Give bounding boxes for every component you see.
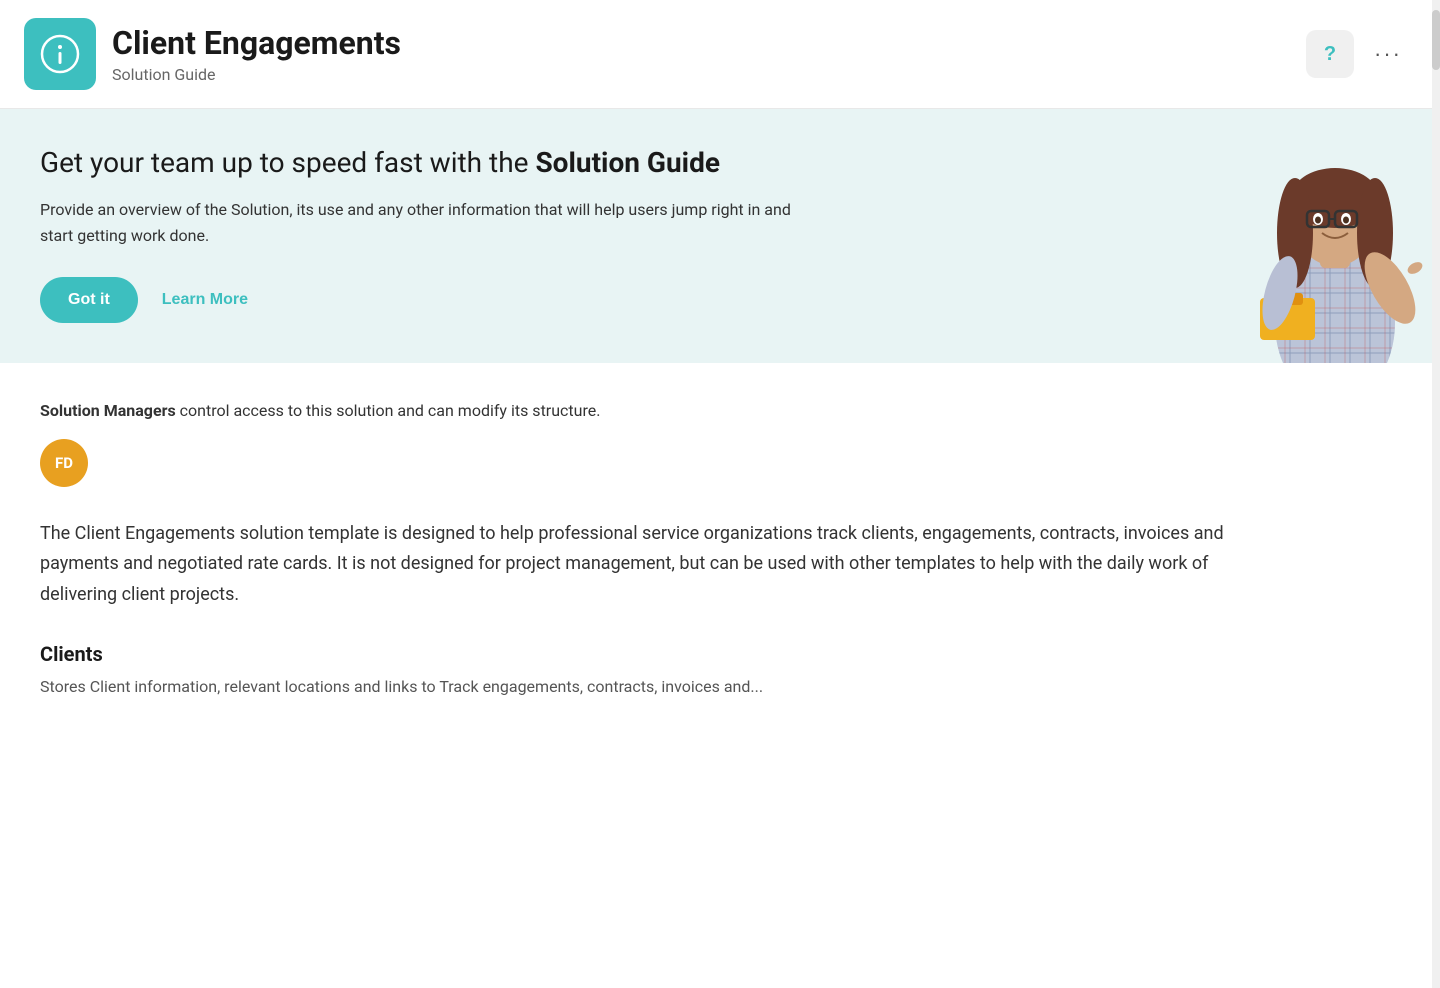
banner-illustration	[1180, 123, 1440, 363]
header-right: ? ···	[1306, 30, 1410, 78]
managers-description: Solution Managers control access to this…	[40, 399, 1400, 423]
description-section: The Client Engagements solution template…	[40, 519, 1400, 611]
info-icon	[40, 34, 80, 74]
scrollbar[interactable]	[1432, 0, 1440, 988]
person-svg	[1180, 123, 1440, 363]
banner-description: Provide an overview of the Solution, its…	[40, 197, 800, 248]
main-content: Solution Managers control access to this…	[0, 363, 1440, 740]
managers-section: Solution Managers control access to this…	[40, 399, 1400, 487]
scrollbar-thumb[interactable]	[1432, 10, 1440, 70]
banner-content: Get your team up to speed fast with the …	[0, 145, 900, 363]
clients-sub-text: Stores Client information, relevant loca…	[40, 674, 1400, 700]
app-icon-box	[24, 18, 96, 90]
page-subtitle: Solution Guide	[112, 65, 401, 84]
managers-rest-text: control access to this solution and can …	[176, 401, 601, 420]
solution-guide-banner: Get your team up to speed fast with the …	[0, 109, 1440, 363]
clients-heading: Clients	[40, 642, 1400, 666]
banner-actions: Got it Learn More	[40, 277, 860, 323]
got-it-button[interactable]: Got it	[40, 277, 138, 323]
managers-bold-text: Solution Managers	[40, 401, 176, 420]
banner-heading-bold: Solution Guide	[535, 146, 720, 179]
learn-more-button[interactable]: Learn More	[162, 291, 248, 309]
banner-heading-plain: Get your team up to speed fast with the	[40, 146, 535, 179]
banner-heading: Get your team up to speed fast with the …	[40, 145, 860, 181]
header-title-group: Client Engagements Solution Guide	[112, 24, 401, 83]
page-header: Client Engagements Solution Guide ? ···	[0, 0, 1440, 109]
clients-section: Clients Stores Client information, relev…	[40, 642, 1400, 700]
page-title: Client Engagements	[112, 24, 401, 62]
header-left: Client Engagements Solution Guide	[24, 18, 401, 90]
manager-avatar[interactable]: FD	[40, 439, 88, 487]
description-body: The Client Engagements solution template…	[40, 519, 1240, 611]
help-button[interactable]: ?	[1306, 30, 1354, 78]
more-options-button[interactable]: ···	[1366, 37, 1410, 71]
